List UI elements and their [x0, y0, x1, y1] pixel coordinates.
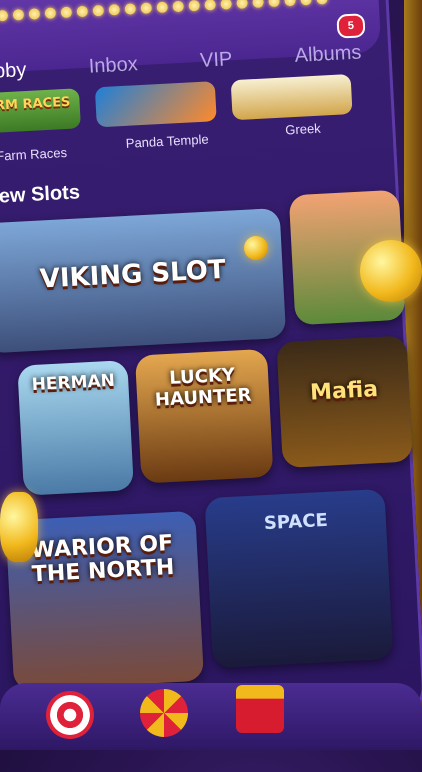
gold-coin	[360, 240, 422, 302]
target-icon[interactable]	[46, 691, 94, 739]
gold-coin	[0, 492, 38, 562]
featured-greek[interactable]	[230, 74, 353, 121]
bottom-nav	[0, 683, 422, 750]
caption-greek: Greek	[284, 120, 322, 138]
albums-badge: 5	[336, 13, 366, 39]
featured-panda-temple[interactable]	[94, 81, 217, 128]
game-card-lucky-haunter[interactable]: LUCKY HAUNTER	[134, 348, 274, 484]
game-card-herman[interactable]: HERMAN	[17, 360, 134, 496]
prize-wheel-icon[interactable]	[140, 689, 188, 737]
game-title: Mafia	[309, 377, 379, 406]
featured-farm-races[interactable]: FARM RACES	[0, 88, 81, 134]
game-title: SPACE	[263, 509, 329, 535]
game-title: LUCKY HAUNTER	[154, 364, 252, 411]
tab-vip[interactable]: VIP	[189, 40, 243, 83]
gift-box-icon[interactable]	[236, 685, 284, 733]
game-card-mafia[interactable]: Mafia	[276, 335, 413, 469]
app-screen: 5% Lobby Inbox VIP Albums 5 FARM RACES F…	[0, 0, 422, 770]
game-card-viking-slot[interactable]: VIKING SLOT	[0, 207, 287, 354]
tab-albums[interactable]: Albums	[284, 33, 373, 77]
tab-inbox[interactable]: Inbox	[78, 45, 149, 89]
marquee-lights	[0, 0, 349, 27]
game-title: VIKING SLOT	[39, 254, 227, 295]
farm-races-art-text: FARM RACES	[0, 94, 71, 115]
game-card-space[interactable]: SPACE	[204, 488, 394, 669]
tab-lobby[interactable]: Lobby	[0, 50, 37, 94]
gold-coin	[244, 236, 268, 260]
game-title: HERMAN	[31, 370, 116, 396]
